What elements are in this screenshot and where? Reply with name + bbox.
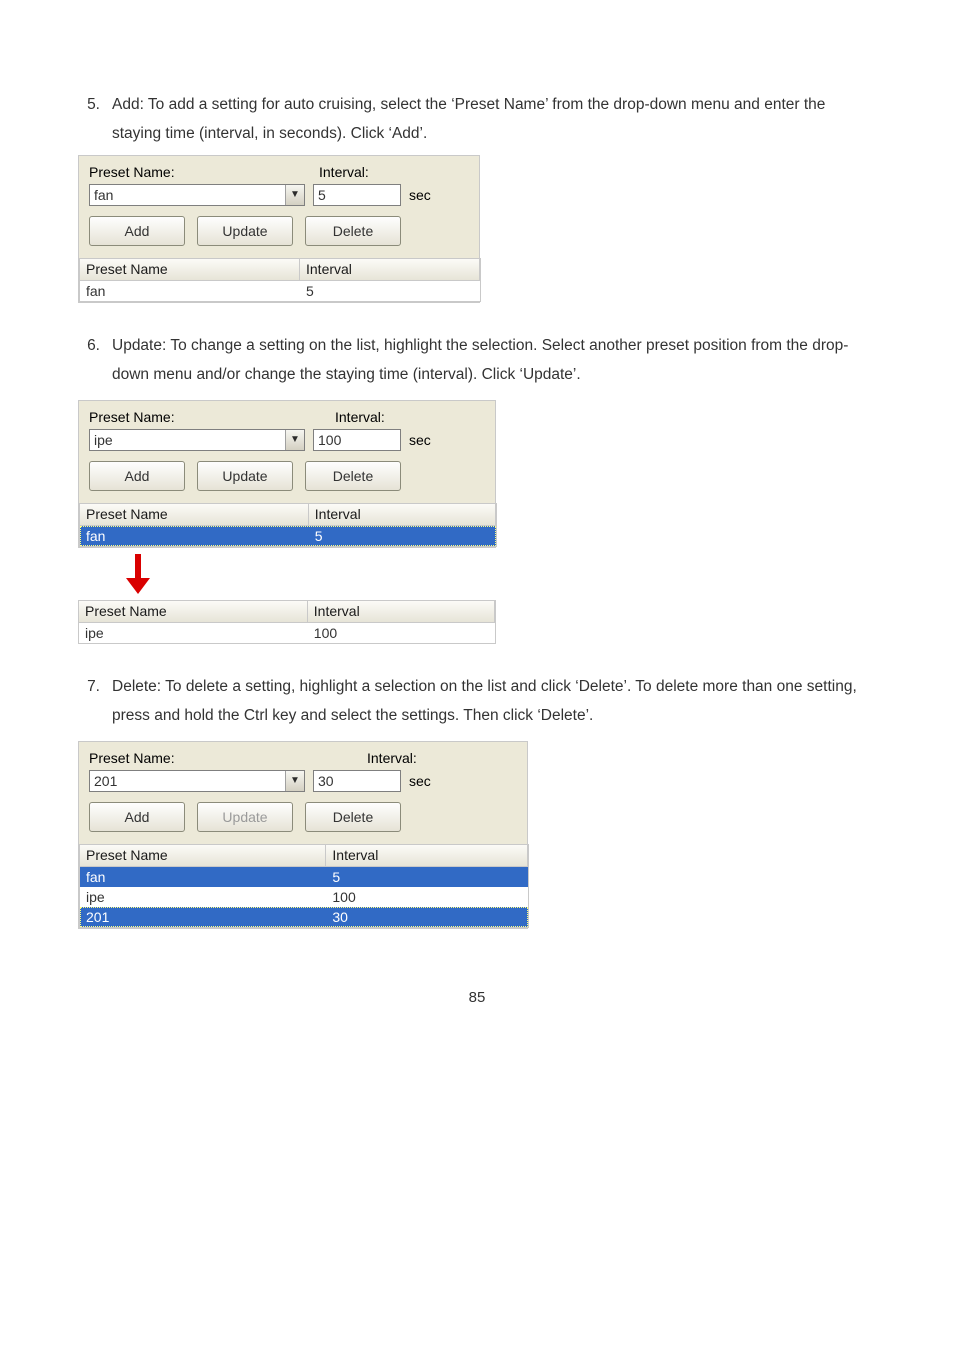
interval-label: Interval: <box>319 164 469 180</box>
step-6-text: Update: To change a setting on the list,… <box>112 331 876 390</box>
preset-name-select-value: 201 <box>90 773 285 789</box>
delete-button[interactable]: Delete <box>305 461 401 491</box>
chevron-down-icon: ▼ <box>285 771 304 791</box>
col-interval-header[interactable]: Interval <box>309 504 496 526</box>
col-interval-header[interactable]: Interval <box>308 601 495 623</box>
panel-update-before: Preset Name: Interval: ipe ▼ 100 sec <box>78 400 496 548</box>
step-6: 6. Update: To change a setting on the li… <box>78 331 876 644</box>
page-number: 85 <box>78 989 876 1006</box>
table-row[interactable]: ipe 100 <box>80 887 528 907</box>
add-button[interactable]: Add <box>89 461 185 491</box>
delete-button[interactable]: Delete <box>305 802 401 832</box>
table-row[interactable]: fan 5 <box>80 867 528 887</box>
update-button[interactable]: Update <box>197 461 293 491</box>
sec-label: sec <box>409 432 431 448</box>
add-button[interactable]: Add <box>89 216 185 246</box>
chevron-down-icon: ▼ <box>285 430 304 450</box>
chevron-down-icon: ▼ <box>285 185 304 205</box>
table-row[interactable]: fan 5 <box>80 281 480 301</box>
panel-update-after: Preset Name Interval ipe 100 <box>78 600 496 644</box>
col-preset-header[interactable]: Preset Name <box>80 259 300 281</box>
step-7: 7. Delete: To delete a setting, highligh… <box>78 672 876 929</box>
add-button[interactable]: Add <box>89 802 185 832</box>
interval-label: Interval: <box>335 409 485 425</box>
col-preset-header[interactable]: Preset Name <box>79 601 308 623</box>
preset-name-label: Preset Name: <box>89 750 359 766</box>
col-interval-header[interactable]: Interval <box>300 259 480 281</box>
sec-label: sec <box>409 773 431 789</box>
arrow-down-icon <box>78 554 496 594</box>
update-button[interactable]: Update <box>197 802 293 832</box>
interval-label: Interval: <box>367 750 517 766</box>
interval-input[interactable]: 100 <box>313 429 401 451</box>
preset-name-select-value: fan <box>90 187 285 203</box>
col-preset-header[interactable]: Preset Name <box>80 845 326 867</box>
sec-label: sec <box>409 187 431 203</box>
panel-add: Preset Name: Interval: fan ▼ 5 sec <box>78 155 480 303</box>
preset-table: Preset Name Interval fan 5 ipe 100 201 3… <box>79 844 529 928</box>
step-7-number: 7. <box>78 672 100 701</box>
preset-table: Preset Name Interval fan 5 <box>79 503 497 547</box>
col-preset-header[interactable]: Preset Name <box>80 504 309 526</box>
document-page: 5. Add: To add a setting for auto cruisi… <box>0 0 954 1046</box>
preset-name-label: Preset Name: <box>89 409 327 425</box>
step-7-text: Delete: To delete a setting, highlight a… <box>112 672 876 731</box>
table-row[interactable]: fan 5 <box>80 526 496 546</box>
preset-name-select[interactable]: 201 ▼ <box>89 770 305 792</box>
step-5-text: Add: To add a setting for auto cruising,… <box>112 90 876 149</box>
col-interval-header[interactable]: Interval <box>326 845 528 867</box>
preset-name-select[interactable]: fan ▼ <box>89 184 305 206</box>
table-row[interactable]: 201 30 <box>80 907 528 927</box>
panel-delete: Preset Name: Interval: 201 ▼ 30 sec <box>78 741 528 929</box>
delete-button[interactable]: Delete <box>305 216 401 246</box>
preset-name-select-value: ipe <box>90 432 285 448</box>
preset-name-label: Preset Name: <box>89 164 311 180</box>
preset-table: Preset Name Interval fan 5 <box>79 258 481 302</box>
step-6-number: 6. <box>78 331 100 360</box>
interval-input[interactable]: 5 <box>313 184 401 206</box>
update-button[interactable]: Update <box>197 216 293 246</box>
step-5: 5. Add: To add a setting for auto cruisi… <box>78 90 876 303</box>
preset-name-select[interactable]: ipe ▼ <box>89 429 305 451</box>
table-row[interactable]: ipe 100 <box>79 623 495 643</box>
interval-input[interactable]: 30 <box>313 770 401 792</box>
step-5-number: 5. <box>78 90 100 119</box>
